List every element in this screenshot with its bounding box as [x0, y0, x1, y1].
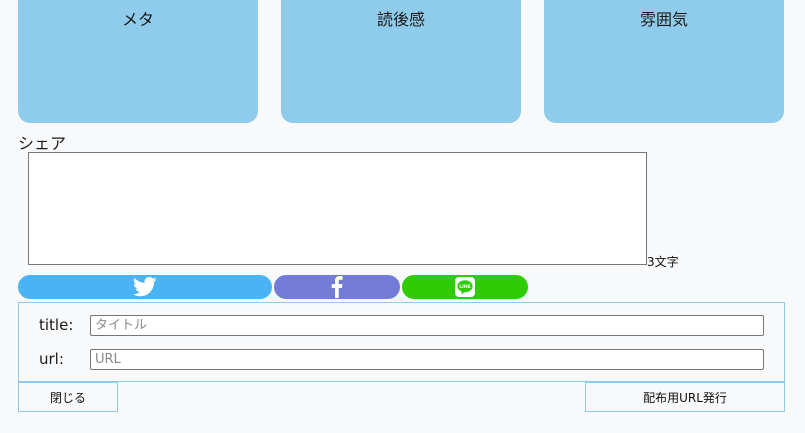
url-form-panel: title: url:: [18, 302, 785, 382]
category-card-afterfeel[interactable]: 読後感: [281, 0, 521, 123]
twitter-share-button[interactable]: [18, 275, 272, 299]
category-card-label: 読後感: [376, 10, 425, 29]
category-card-label: 雰囲気: [639, 10, 688, 29]
facebook-share-button[interactable]: [274, 275, 400, 299]
category-card-meta[interactable]: メタ: [18, 0, 258, 123]
category-card-label: メタ: [121, 10, 154, 29]
title-field-label: title:: [39, 316, 74, 334]
line-share-button[interactable]: LINE: [402, 275, 528, 299]
line-logo-icon: LINE: [455, 277, 475, 297]
close-button[interactable]: 閉じる: [18, 382, 118, 412]
category-card-atmosphere[interactable]: 雰囲気: [544, 0, 784, 123]
twitter-bird-icon: [133, 277, 157, 297]
url-field-label: url:: [39, 350, 64, 368]
line-logo-text: LINE: [459, 284, 471, 290]
facebook-f-icon: [331, 276, 343, 298]
char-count: 3文字: [647, 255, 679, 269]
url-input[interactable]: [90, 349, 764, 370]
issue-url-button[interactable]: 配布用URL発行: [585, 382, 785, 412]
title-input[interactable]: [90, 315, 764, 336]
share-label: シェア: [18, 134, 67, 153]
share-textarea[interactable]: [28, 152, 647, 265]
share-dialog: メタ 読後感 雰囲気 シェア 3文字 LINE title: url: 閉じる …: [0, 0, 805, 433]
